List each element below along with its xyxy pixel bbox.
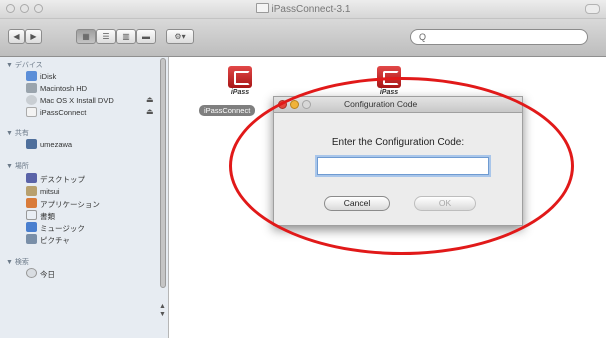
sidebar-item-label: iPassConnect [40, 108, 87, 117]
forward-button[interactable]: ▶ [25, 29, 42, 44]
pictures-icon [26, 234, 37, 244]
sidebar-scroll-arrows[interactable]: ▲ ▼ [159, 303, 166, 319]
icon-view-button[interactable]: ▦ [76, 29, 96, 44]
sidebar-item-label: ミュージック [40, 224, 85, 233]
gear-icon: ⚙▾ [174, 32, 186, 41]
back-icon: ◀ [13, 32, 20, 41]
toolbar: ◀ ▶ ▦ ☰ ▥ ▬ ⚙▾ Q [0, 19, 606, 57]
sidebar-item-label: iDisk [40, 72, 57, 81]
sidebar-item-label: デスクトップ [40, 175, 85, 184]
sidebar-scrollbar[interactable] [160, 58, 166, 288]
search-icon: Q [419, 32, 427, 42]
action-menu-button[interactable]: ⚙▾ [166, 29, 194, 44]
sidebar-header-label: ▼ 共有 [6, 130, 29, 137]
eject-icon[interactable]: ⏏ [146, 107, 154, 116]
sidebar-header-label: ▼ 検索 [6, 259, 29, 266]
applications-icon [26, 198, 37, 208]
sidebar-header-label: ▼ 場所 [6, 163, 29, 170]
icon-view-icon: ▦ [82, 32, 90, 41]
list-view-button[interactable]: ☰ [96, 29, 116, 44]
idisk-icon [26, 71, 37, 81]
documents-icon [26, 210, 37, 220]
sidebar-item-label: 今日 [40, 270, 55, 279]
hard-disk-icon [26, 83, 37, 93]
window-title: iPassConnect-3.1 [0, 3, 606, 15]
back-button[interactable]: ◀ [8, 29, 25, 44]
folder-icon [255, 3, 269, 13]
shared-computer-icon [26, 139, 37, 149]
title-bar: iPassConnect-3.1 [0, 0, 606, 19]
ipass-app-icon [228, 66, 252, 88]
annotation-ellipse [229, 77, 574, 255]
file-name-label[interactable]: iPassConnect [199, 105, 256, 116]
cover-flow-icon: ▬ [142, 32, 150, 41]
sidebar-item-label: Macintosh HD [40, 84, 88, 93]
list-view-icon: ☰ [102, 32, 110, 41]
sidebar-item-label: Mac OS X Install DVD [40, 96, 114, 105]
cover-flow-button[interactable]: ▬ [136, 29, 156, 44]
clock-icon [26, 268, 37, 278]
finder-window: iPassConnect-3.1 ◀ ▶ ▦ ☰ ▥ ▬ ⚙▾ Q ▼ デバイス… [0, 0, 606, 338]
search-field[interactable]: Q [410, 29, 588, 45]
home-icon [26, 186, 37, 196]
sidebar-item-label: 書類 [40, 212, 55, 221]
sidebar-item-label: アプリケーション [40, 200, 100, 209]
file-ipassconnect-installer[interactable]: iPass [225, 66, 255, 102]
column-view-button[interactable]: ▥ [116, 29, 136, 44]
sidebar-item-label: ピクチャ [40, 236, 70, 245]
column-view-icon: ▥ [122, 32, 130, 41]
toolbar-toggle-button[interactable] [585, 4, 600, 14]
music-icon [26, 222, 37, 232]
sidebar-header-label: ▼ デバイス [6, 62, 43, 69]
sidebar-item-label: umezawa [40, 140, 73, 149]
forward-icon: ▶ [30, 32, 37, 41]
sidebar-item-label: mitsui [40, 187, 60, 196]
window-title-text: iPassConnect-3.1 [271, 4, 351, 15]
eject-icon[interactable]: ⏏ [146, 95, 154, 104]
desktop-icon [26, 173, 37, 183]
ipass-badge-text: iPass [230, 89, 250, 96]
disk-image-icon [26, 107, 37, 117]
dvd-icon [26, 95, 37, 105]
